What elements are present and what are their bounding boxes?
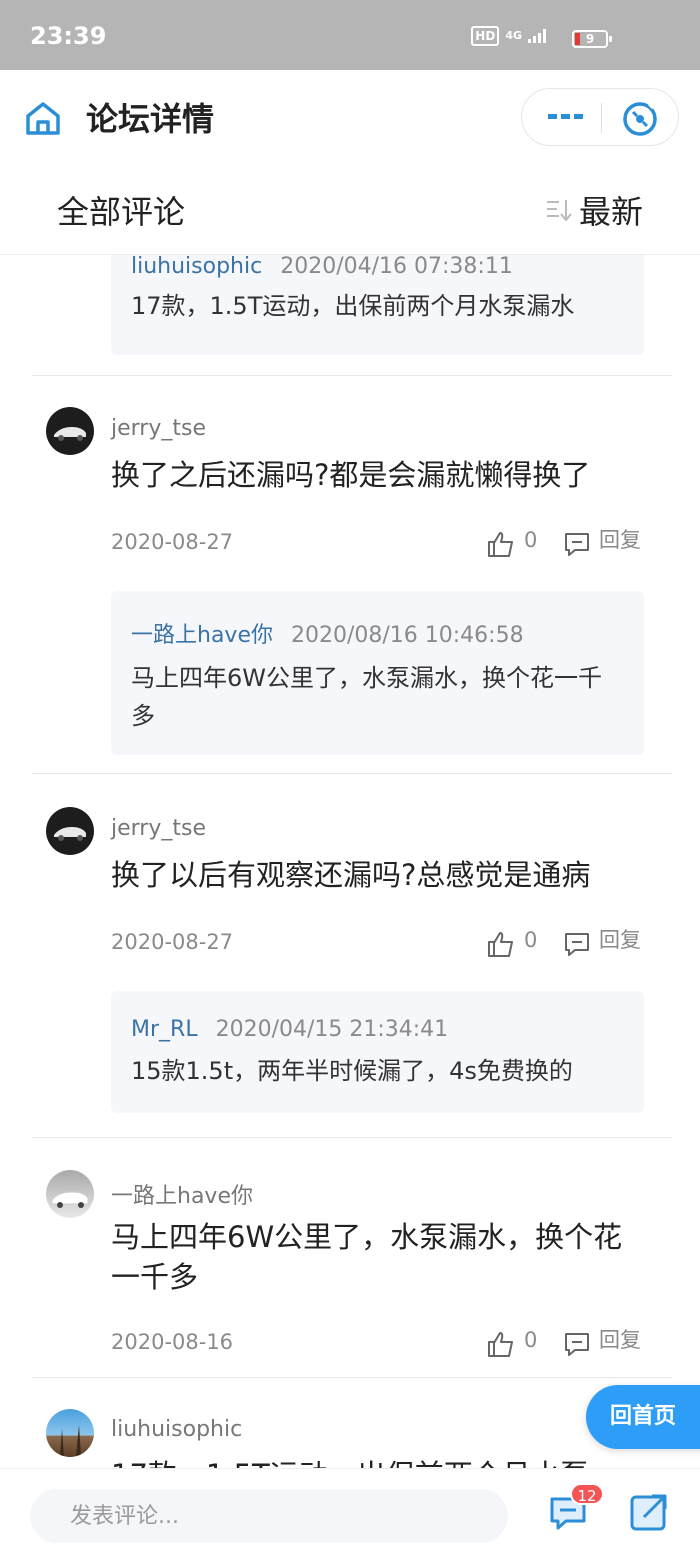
battery-icon: 9	[572, 30, 612, 48]
battery-level: 9	[585, 32, 595, 46]
divider	[32, 1137, 672, 1138]
hd-icon: HD	[471, 26, 500, 46]
comment-text: 换了之后还漏吗?都是会漏就懒得换了	[111, 458, 591, 492]
home-icon[interactable]	[24, 100, 62, 136]
signal-icon: 4G	[505, 29, 522, 42]
reply-button[interactable]: 回复	[563, 1330, 641, 1358]
reply-time: 2020/04/15 21:34:41	[215, 1017, 449, 1042]
like-count: 0	[524, 1328, 538, 1352]
comment-date: 2020-08-27	[111, 930, 234, 954]
reply-time: 2020/04/16 07:38:11	[280, 254, 513, 279]
page-title: 论坛详情	[86, 100, 215, 138]
like-count: 0	[524, 928, 538, 952]
thumbs-up-icon	[488, 1332, 513, 1357]
like-button[interactable]: 0	[486, 530, 537, 558]
reply-user[interactable]: liuhuisophic	[131, 254, 262, 279]
capsule-menu	[521, 88, 679, 146]
avatar[interactable]	[46, 1170, 94, 1218]
comment-input[interactable]	[30, 1489, 508, 1543]
reply-button[interactable]: 回复	[563, 930, 641, 958]
quoted-reply: 一路上have你 2020/08/16 10:46:58 马上四年6W公里了，水…	[111, 591, 644, 755]
comment-user[interactable]: 一路上have你	[111, 1178, 253, 1210]
more-icon[interactable]	[546, 107, 586, 127]
like-count: 0	[524, 528, 538, 552]
reply-user[interactable]: 一路上have你	[131, 617, 273, 649]
bottom-bar: 12	[0, 1468, 700, 1560]
divider	[32, 1377, 672, 1378]
avatar[interactable]	[46, 807, 94, 855]
avatar[interactable]	[46, 1409, 94, 1457]
quoted-reply: liuhuisophic 2020/04/16 07:38:11 17款，1.5…	[111, 240, 644, 355]
comment-date: 2020-08-27	[111, 530, 234, 554]
comment-text: 换了以后有观察还漏吗?总感觉是通病	[111, 858, 591, 892]
reply-text: 17款，1.5T运动，出保前两个月水泵漏水	[131, 292, 575, 320]
comment-icon	[565, 1333, 589, 1356]
like-button[interactable]: 0	[486, 930, 537, 958]
status-icons: HD 4G	[471, 26, 550, 46]
reply-label: 回复	[599, 928, 641, 952]
reply-user[interactable]: Mr_RL	[131, 1017, 198, 1042]
signal-bars-icon	[528, 29, 546, 43]
comment-user[interactable]: jerry_tse	[111, 816, 206, 841]
share-icon[interactable]	[628, 1491, 670, 1533]
divider	[32, 375, 672, 376]
thumbs-up-icon	[488, 532, 513, 557]
status-bar: 23:39 HD 4G 9	[0, 0, 700, 70]
comments-title: 全部评论	[57, 193, 186, 231]
avatar[interactable]	[46, 407, 94, 455]
reply-button[interactable]: 回复	[563, 530, 641, 558]
like-button[interactable]: 0	[486, 1330, 537, 1358]
sort-toggle[interactable]: 最新	[545, 187, 643, 233]
reply-text: 马上四年6W公里了，水泵漏水，换个花一千多	[131, 664, 602, 730]
comments-header: 全部评论 最新	[0, 165, 700, 255]
header: 论坛详情	[0, 70, 700, 165]
comment-icon	[565, 933, 589, 956]
reply-time: 2020/08/16 10:46:58	[290, 623, 524, 648]
back-home-button[interactable]: 回首页	[586, 1385, 700, 1449]
capsule-divider	[601, 103, 602, 133]
comment-user[interactable]: liuhuisophic	[111, 1417, 242, 1442]
comment-icon	[565, 533, 589, 556]
reply-label: 回复	[599, 1328, 641, 1352]
sort-icon	[546, 200, 572, 222]
comment-user[interactable]: jerry_tse	[111, 416, 206, 441]
divider	[32, 773, 672, 774]
sort-label: 最新	[578, 193, 643, 231]
message-count-badge: 12	[570, 1483, 604, 1505]
status-time: 23:39	[30, 22, 107, 50]
thumbs-up-icon	[488, 932, 513, 957]
comment-text: 马上四年6W公里了，水泵漏水，换个花一千多	[111, 1220, 623, 1294]
comment-date: 2020-08-16	[111, 1330, 234, 1354]
quoted-reply: Mr_RL 2020/04/15 21:34:41 15款1.5t，两年半时候漏…	[111, 991, 644, 1113]
reply-label: 回复	[599, 528, 641, 552]
close-icon[interactable]	[622, 101, 658, 137]
reply-text: 15款1.5t，两年半时候漏了，4s免费换的	[131, 1057, 573, 1085]
